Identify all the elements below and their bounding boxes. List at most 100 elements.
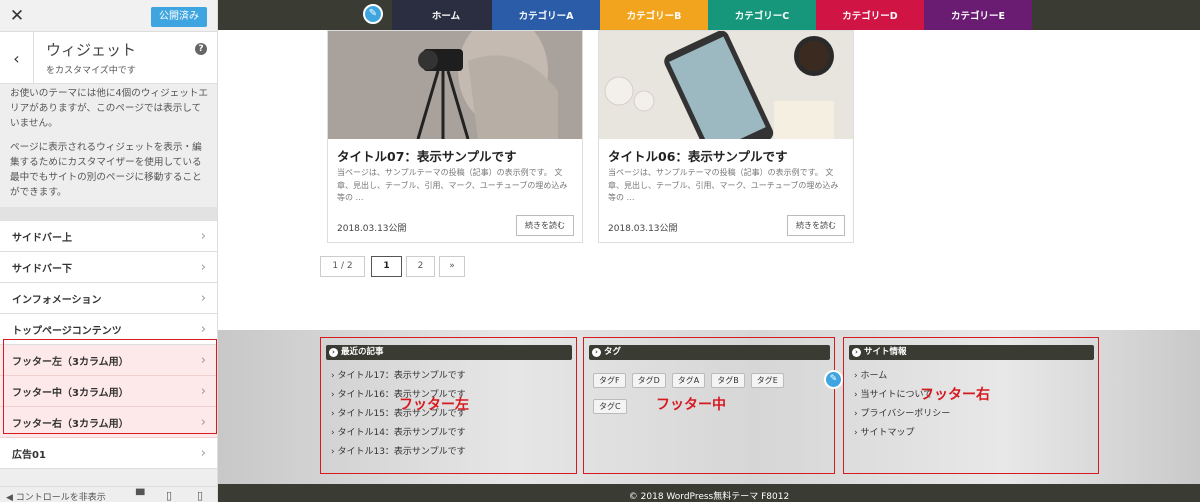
help-icon[interactable]: ? (195, 43, 207, 55)
overlay-label-footer-right: フッター右 (920, 387, 990, 403)
panel-footer: ◀ コントロールを非表示 ▀ ▯ ▯ (0, 486, 217, 502)
global-nav: ホーム カテゴリーA カテゴリーB カテゴリーC カテゴリーD カテゴリーE ✎ (218, 0, 1200, 30)
overlay-label-footer-left: フッター左 (399, 397, 469, 413)
post-title[interactable]: タイトル07：表示サンプルです (337, 146, 517, 165)
widget-area-label: トップページコンテンツ (12, 325, 122, 337)
list-item[interactable]: › プライバシーポリシー (854, 406, 950, 425)
tag-link[interactable]: タグE (750, 373, 784, 388)
widget-area-label: サイドバー上 (12, 232, 72, 244)
widget-area-label: フッター右（3カラム用） (12, 418, 129, 430)
list-item[interactable]: › サイトマップ (854, 425, 950, 444)
description-text-1: お使いのテーマには他に4個のウィジェットエリアがありますが、このページでは表示し… (10, 88, 208, 129)
edit-shortcut-icon[interactable]: ✎ (824, 370, 843, 389)
widget-area-label: 広告01 (12, 449, 46, 461)
tag-link[interactable]: タグC (593, 399, 627, 414)
section-subtitle: をカスタマイズ中です (46, 66, 136, 76)
desktop-icon[interactable]: ▀ (136, 489, 144, 502)
recent-post-link[interactable]: タイトル17：表示サンプルです (337, 371, 465, 381)
nav-item-category-a[interactable]: カテゴリーA (492, 0, 600, 30)
recent-post-link[interactable]: タイトル13：表示サンプルです (337, 447, 465, 457)
nav-item-home[interactable]: ホーム (392, 0, 500, 30)
post-excerpt: 当ページは、サンプルテーマの投稿（記事）の表示例です。 文章、見出し、テーブル、… (337, 168, 568, 202)
copyright-bar: © 2018 WordPress無料テーマ F8012 (218, 484, 1200, 502)
close-icon[interactable]: ✕ (0, 0, 34, 32)
footer-right-column: › サイト情報 › ホーム › 当サイトについて › プライバシーポリシー › サ… (843, 337, 1099, 474)
site-info-link[interactable]: サイトマップ (860, 428, 914, 438)
description-text-2: ページに表示されるウィジェットを表示・編集するためにカスタマイザーを使用している… (10, 142, 202, 198)
collapse-controls-button[interactable]: ◀ コントロールを非表示 (6, 490, 106, 502)
post-title[interactable]: タイトル06：表示サンプルです (608, 146, 788, 165)
edit-shortcut-icon[interactable]: ✎ (363, 4, 383, 24)
post-card[interactable]: タイトル07：表示サンプルです 当ページは、サンプルテーマの投稿（記事）の表示例… (327, 30, 583, 243)
widget-area-label: フッター左（3カラム用） (12, 356, 129, 368)
widget-area-footer-left[interactable]: フッター左（3カラム用） › (0, 345, 217, 376)
site-footer: › 最近の記事 › タイトル17：表示サンプルです › タイトル16：表示サンプル… (218, 330, 1200, 484)
list-item[interactable]: › タイトル17：表示サンプルです (331, 368, 466, 387)
page-info: 1 / 2 (320, 256, 365, 277)
mobile-icon[interactable]: ▯ (197, 489, 203, 502)
next-page-button[interactable]: » (439, 256, 465, 277)
widget-area-label: インフォメーション (12, 294, 102, 306)
widget-area-list: サイドバー上 › サイドバー下 › インフォメーション › トップページコンテンツ › … (0, 221, 217, 469)
widget-area-footer-center[interactable]: フッター中（3カラム用） › (0, 376, 217, 407)
overlay-label-footer-center: フッター中 (656, 397, 726, 413)
tag-link[interactable]: タグB (711, 373, 745, 388)
page-2-button[interactable]: 2 (406, 256, 435, 277)
divider (0, 207, 217, 221)
post-excerpt: 当ページは、サンプルテーマの投稿（記事）の表示例です。 文章、見出し、テーブル、… (608, 168, 839, 202)
nav-item-category-c[interactable]: カテゴリーC (708, 0, 816, 30)
post-card[interactable]: タイトル06：表示サンプルです 当ページは、サンプルテーマの投稿（記事）の表示例… (598, 30, 854, 243)
site-info-list: › ホーム › 当サイトについて › プライバシーポリシー › サイトマップ (854, 368, 950, 444)
site-preview: ホーム カテゴリーA カテゴリーB カテゴリーC カテゴリーD カテゴリーE ✎… (218, 0, 1200, 502)
read-more-button[interactable]: 続きを読む (787, 215, 845, 236)
tag-link[interactable]: タグD (631, 373, 666, 388)
list-item[interactable]: › タイトル13：表示サンプルです (331, 444, 466, 463)
section-description: お使いのテーマには他に4個のウィジェットエリアがありますが、このページでは表示し… (10, 86, 210, 200)
chevron-right-icon: › (592, 348, 601, 357)
chevron-right-icon: › (200, 353, 206, 368)
photographer-illustration (328, 31, 582, 139)
section-header: ‹ ウィジェット をカスタマイズ中です ? (0, 32, 217, 84)
widget-area-footer-right[interactable]: フッター右（3カラム用） › (0, 407, 217, 438)
chevron-right-icon: › (200, 384, 206, 399)
panel-header: ✕ 公開済み (0, 0, 217, 32)
widget-heading-text: サイト情報 (864, 347, 907, 357)
post-thumbnail[interactable] (599, 31, 853, 139)
widget-area-label: フッター中（3カラム用） (12, 387, 129, 399)
phone-coffee-illustration (599, 31, 853, 139)
tags-heading: › タグ (589, 345, 830, 360)
widget-area-ad01[interactable]: 広告01 › (0, 438, 217, 469)
section-title: ウィジェット (46, 41, 137, 59)
customizer-panel: ✕ 公開済み ‹ ウィジェット をカスタマイズ中です ? お使いのテーマには他に… (0, 0, 218, 502)
page-1-button[interactable]: 1 (371, 256, 402, 277)
recent-posts-heading: › 最近の記事 (326, 345, 572, 360)
footer-left-column: › 最近の記事 › タイトル17：表示サンプルです › タイトル16：表示サンプル… (320, 337, 577, 474)
read-more-button[interactable]: 続きを読む (516, 215, 574, 236)
nav-item-category-e[interactable]: カテゴリーE (924, 0, 1032, 30)
list-item[interactable]: › タイトル14：表示サンプルです (331, 425, 466, 444)
chevron-right-icon: › (852, 348, 861, 357)
back-button[interactable]: ‹ (0, 32, 34, 84)
nav-item-category-d[interactable]: カテゴリーD (816, 0, 924, 30)
publish-button[interactable]: 公開済み (151, 7, 207, 27)
recent-posts-list: › タイトル17：表示サンプルです › タイトル16：表示サンプルです › タイ… (331, 368, 466, 463)
chevron-right-icon: › (200, 446, 206, 461)
post-thumbnail[interactable] (328, 31, 582, 139)
tag-link[interactable]: タグA (671, 373, 706, 388)
chevron-right-icon: › (200, 291, 206, 306)
site-info-link[interactable]: ホーム (860, 371, 887, 381)
tablet-icon[interactable]: ▯ (166, 489, 172, 502)
widget-area-sidebar-bottom[interactable]: サイドバー下 › (0, 252, 217, 283)
widget-area-sidebar-top[interactable]: サイドバー上 › (0, 221, 217, 252)
chevron-right-icon: › (200, 322, 206, 337)
post-date: 2018.03.13公開 (337, 224, 407, 234)
recent-post-link[interactable]: タイトル14：表示サンプルです (337, 428, 465, 438)
site-info-link[interactable]: プライバシーポリシー (860, 409, 950, 419)
chevron-right-icon: › (200, 415, 206, 430)
widget-area-information[interactable]: インフォメーション › (0, 283, 217, 314)
nav-item-category-b[interactable]: カテゴリーB (600, 0, 708, 30)
widget-area-top-page-content[interactable]: トップページコンテンツ › (0, 314, 217, 345)
tag-link[interactable]: タグF (593, 373, 626, 388)
footer-center-column: › タグ タグF タグD タグA タグB タグE タグC フッター中 (583, 337, 835, 474)
widget-area-label: サイドバー下 (12, 263, 72, 275)
